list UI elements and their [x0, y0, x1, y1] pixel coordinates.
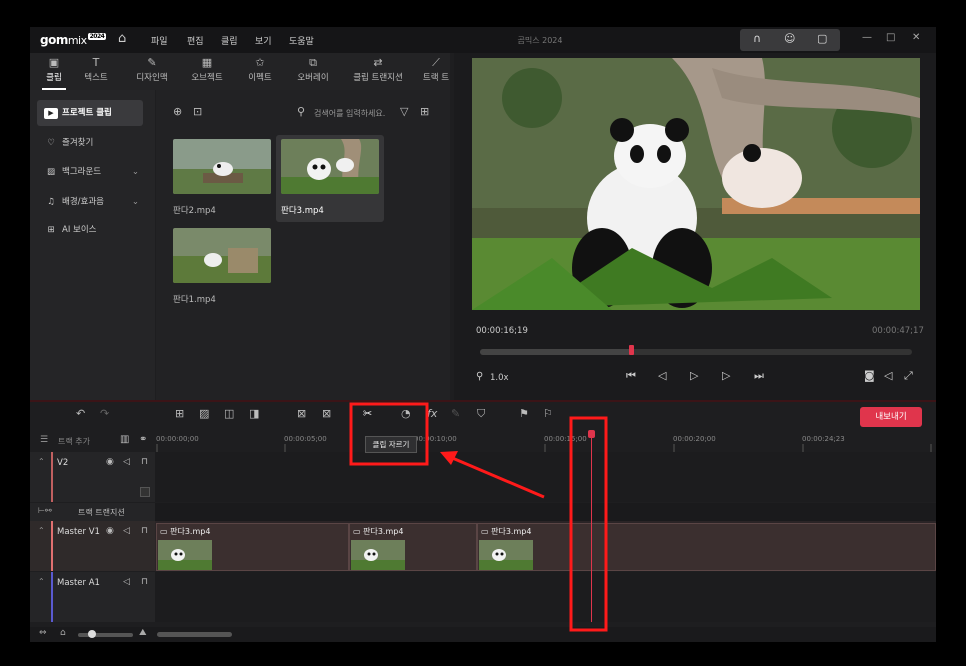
gom-mix-window: gommix 2024 ⌂ 파일 편집 클립 보기 도움말 곰믹스 2024 ∩ …: [30, 27, 936, 642]
annotation-box-playhead: [569, 416, 608, 632]
annotation-overlay: [349, 402, 608, 632]
annotation-box-cut-tool: [349, 402, 429, 466]
annotation-arrow-line: [449, 455, 545, 499]
